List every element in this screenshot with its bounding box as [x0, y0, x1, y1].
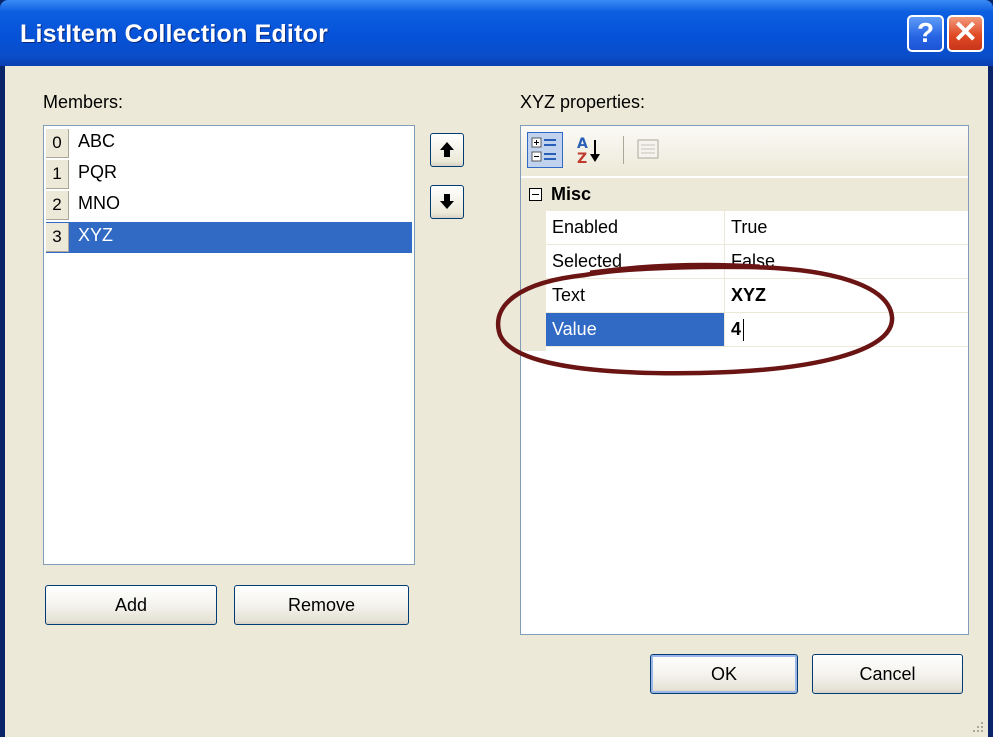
- help-icon: ?: [916, 17, 935, 48]
- help-button[interactable]: ?: [907, 15, 944, 52]
- close-button[interactable]: ✕: [947, 15, 984, 52]
- svg-text:Z: Z: [577, 151, 587, 166]
- list-item-index: 1: [46, 160, 69, 189]
- close-icon: ✕: [952, 16, 979, 49]
- cancel-button-label: Cancel: [859, 664, 916, 684]
- remove-button-label: Remove: [287, 595, 356, 615]
- remove-button[interactable]: Remove: [234, 585, 409, 625]
- category-label: Misc: [551, 184, 592, 204]
- add-button[interactable]: Add: [45, 585, 217, 625]
- list-item-selected[interactable]: 3 XYZ: [46, 222, 412, 253]
- dialog-client-area: Members: 0 ABC 1 PQR 2 MNO 3 XYZ Add Rem…: [5, 66, 988, 737]
- list-item-label: ABC: [78, 131, 116, 151]
- list-item-index: 3: [46, 223, 69, 252]
- property-value[interactable]: False: [731, 245, 775, 278]
- property-value-editor[interactable]: 4: [731, 313, 745, 346]
- list-item[interactable]: 1 PQR: [46, 159, 412, 190]
- toolbar-separator: [623, 136, 624, 164]
- list-item-index: 0: [46, 129, 69, 158]
- property-row-selected[interactable]: Selected False: [546, 245, 968, 279]
- move-down-button[interactable]: [430, 185, 464, 219]
- categorized-icon: [531, 137, 556, 162]
- property-value[interactable]: XYZ: [731, 279, 766, 312]
- add-button-label: Add: [114, 595, 148, 615]
- ok-button[interactable]: OK: [650, 654, 798, 694]
- list-item-index: 2: [46, 191, 69, 220]
- categorized-button[interactable]: [527, 132, 563, 168]
- properties-label: XYZ properties:: [520, 92, 646, 112]
- property-row-enabled[interactable]: Enabled True: [546, 211, 968, 245]
- list-item-label: PQR: [78, 162, 118, 182]
- list-item[interactable]: 0 ABC: [46, 128, 412, 159]
- property-value-text: 4: [731, 319, 742, 339]
- property-pages-button[interactable]: [631, 132, 667, 168]
- property-pages-icon: [637, 139, 659, 159]
- property-grid-toolbar: A Z: [521, 126, 968, 176]
- resize-grip-icon[interactable]: [970, 719, 984, 733]
- list-item[interactable]: 2 MNO: [46, 190, 412, 221]
- property-name: Enabled: [546, 211, 725, 244]
- alphabetical-button[interactable]: A Z: [573, 132, 609, 168]
- property-value[interactable]: True: [731, 211, 767, 244]
- property-row-text[interactable]: Text XYZ: [546, 279, 968, 313]
- ok-button-label: OK: [710, 664, 737, 684]
- members-label: Members:: [43, 92, 124, 112]
- property-row-value[interactable]: Value 4: [546, 313, 968, 347]
- collapse-icon[interactable]: [529, 188, 542, 201]
- property-name: Text: [546, 279, 725, 312]
- svg-text:A: A: [577, 136, 588, 152]
- cancel-button[interactable]: Cancel: [812, 654, 963, 694]
- arrow-up-icon: [440, 142, 454, 157]
- alphabetical-icon: A Z: [577, 136, 600, 167]
- window-title: ListItem Collection Editor: [20, 20, 328, 48]
- list-item-label: XYZ: [78, 225, 114, 245]
- property-list: Misc Enabled True Selected False Text XY…: [521, 178, 968, 634]
- text-caret: [743, 319, 745, 342]
- members-list[interactable]: 0 ABC 1 PQR 2 MNO 3 XYZ: [43, 125, 415, 565]
- title-bar[interactable]: ListItem Collection Editor ? ✕: [0, 0, 993, 66]
- list-item-label: MNO: [78, 193, 120, 213]
- move-up-button[interactable]: [430, 133, 464, 167]
- property-name-selected: Value: [546, 313, 725, 346]
- category-row-misc[interactable]: Misc: [521, 178, 968, 211]
- dialog-window: ListItem Collection Editor ? ✕ Members: …: [0, 0, 993, 737]
- property-gutter: [521, 211, 546, 351]
- arrow-down-icon: [440, 194, 454, 209]
- property-name: Selected: [546, 245, 725, 278]
- property-grid[interactable]: A Z Misc Enabled True Selected False Tex…: [520, 125, 969, 635]
